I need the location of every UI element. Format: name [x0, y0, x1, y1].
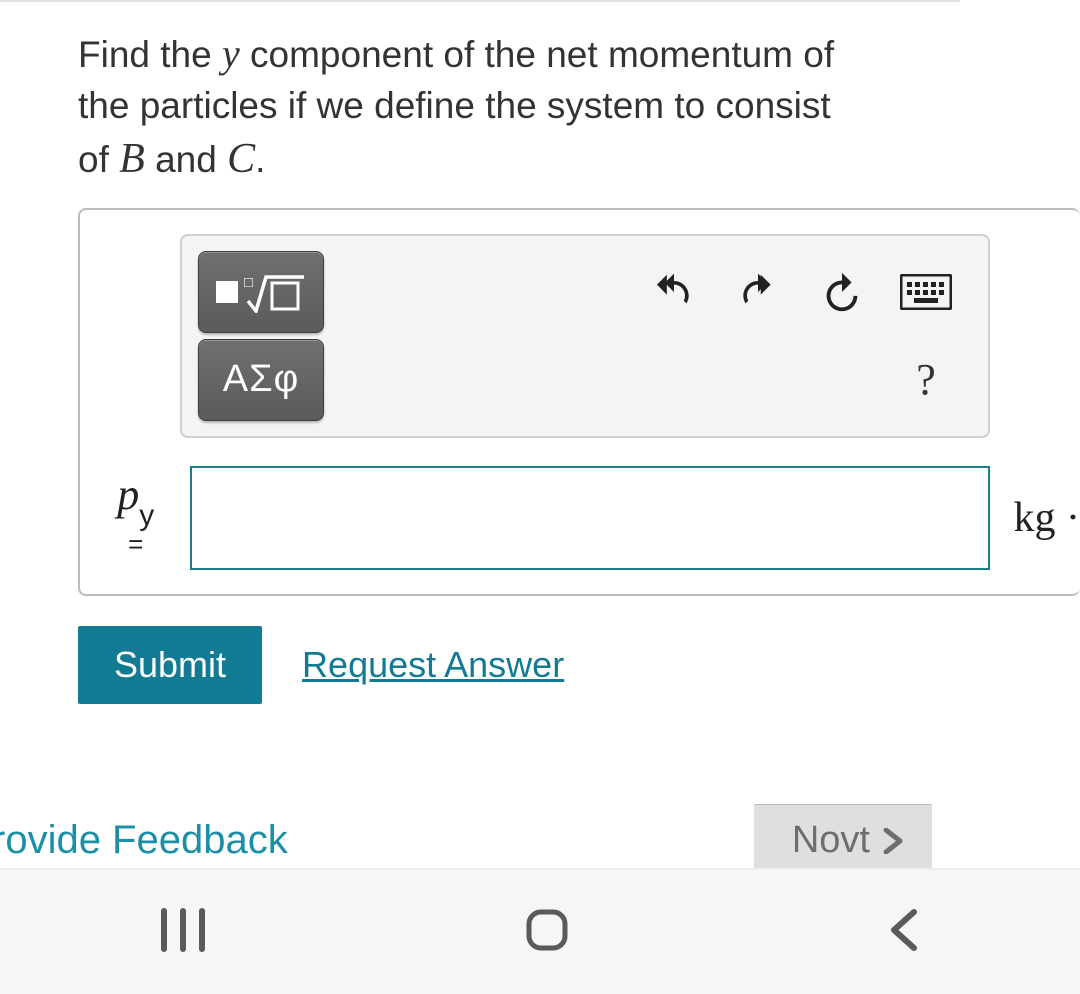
math-template-button[interactable]: □ — [198, 251, 324, 333]
greek-letters-button[interactable]: ΑΣφ — [198, 339, 324, 421]
q-text-1: Find the — [78, 34, 222, 75]
toolbar-row-1: □ — [198, 248, 968, 336]
next-button[interactable]: Novt — [754, 804, 932, 876]
undo-icon[interactable] — [642, 260, 706, 324]
equation-toolbar: □ — [180, 234, 990, 438]
answer-input-row: py = kg · — [100, 466, 1080, 570]
help-button[interactable]: ? — [894, 348, 958, 412]
question-text: Find the y component of the net momentum… — [0, 2, 900, 208]
keyboard-icon[interactable] — [894, 260, 958, 324]
home-button[interactable] — [523, 906, 571, 959]
q-var-C: C — [227, 136, 255, 182]
q-var-y: y — [222, 31, 240, 76]
recents-button[interactable] — [156, 907, 210, 958]
answer-input[interactable] — [190, 466, 990, 570]
android-navbar — [0, 868, 1080, 994]
request-answer-link[interactable]: Request Answer — [302, 644, 564, 686]
svg-text:□: □ — [244, 275, 253, 291]
toolbar-row-2: ΑΣφ ? — [198, 336, 968, 424]
back-button[interactable] — [884, 906, 924, 959]
page-root: Find the y component of the net momentum… — [0, 0, 1080, 994]
footer-area: rovide Feedback Novt — [0, 804, 1080, 876]
q-text-and: and — [145, 139, 227, 180]
actions-row: Submit Request Answer — [78, 626, 1080, 704]
provide-feedback-link[interactable]: rovide Feedback — [0, 818, 288, 863]
var-letter: p — [117, 470, 139, 519]
q-var-B: B — [119, 136, 145, 182]
reset-icon[interactable] — [810, 260, 874, 324]
redo-icon[interactable] — [726, 260, 790, 324]
unit-label: kg · — [1014, 494, 1080, 542]
var-subscript: y — [139, 499, 154, 532]
math-root-template-icon: □ — [216, 271, 306, 313]
equals-sign: = — [100, 529, 172, 560]
answer-panel: □ — [78, 208, 1080, 596]
variable-label: py = — [100, 475, 172, 560]
submit-button[interactable]: Submit — [78, 626, 262, 704]
q-text-3: . — [255, 139, 265, 180]
next-label: Novt — [792, 819, 870, 862]
chevron-right-icon — [882, 828, 904, 854]
